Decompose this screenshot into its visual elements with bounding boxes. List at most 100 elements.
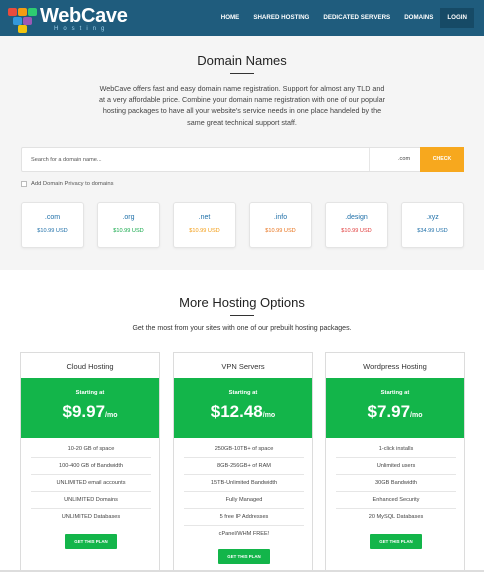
nav-home[interactable]: HOME xyxy=(214,8,247,28)
tld-card-design[interactable]: .design $10.99 USD xyxy=(325,202,388,248)
domain-privacy-checkbox[interactable] xyxy=(21,181,27,187)
plan-card-wordpress-hosting: Wordpress Hosting Starting at $7.97/mo 1… xyxy=(325,352,465,572)
feature-divider xyxy=(184,491,304,492)
tld-price: $10.99 USD xyxy=(37,228,68,234)
tld-name: .net xyxy=(198,214,211,221)
nav-dedicated-servers[interactable]: DEDICATED SERVERS xyxy=(316,8,397,28)
logo[interactable]: WebCave Hosting xyxy=(6,5,136,33)
tld-name: .com xyxy=(44,214,61,221)
plan-feature: 20 MySQL Databases xyxy=(368,514,424,520)
feature-divider xyxy=(31,508,151,509)
tld-price: $10.99 USD xyxy=(265,228,296,234)
plan-name: Wordpress Hosting xyxy=(363,362,427,371)
tld-name: .design xyxy=(345,214,368,221)
title-divider xyxy=(230,73,254,74)
plan-name: Cloud Hosting xyxy=(66,362,114,371)
domain-intro-text: WebCave offers fast and easy domain name… xyxy=(99,84,385,127)
tld-name: .org xyxy=(122,214,135,221)
nav-domains[interactable]: DOMAINS xyxy=(397,8,440,28)
plan-feature: 15TB-Unlimited Bandwidth xyxy=(210,480,278,486)
feature-divider xyxy=(336,491,456,492)
hosting-section-title: More Hosting Options xyxy=(179,295,305,310)
plan-price: $7.97/mo xyxy=(326,402,464,422)
domain-privacy-option: Add Domain Privacy to domains xyxy=(21,179,113,189)
plan-feature: 1-click installs xyxy=(378,446,414,452)
tld-select[interactable]: .com xyxy=(369,148,419,171)
plan-starting-label: Starting at xyxy=(228,390,258,396)
plan-feature: 5 free IP Addresses xyxy=(219,514,269,520)
plan-price-banner: Starting at $9.97/mo xyxy=(21,378,159,438)
feature-divider xyxy=(184,474,304,475)
check-domain-button[interactable]: CHECK xyxy=(420,147,464,172)
get-plan-button[interactable]: GET THIS PLAN xyxy=(218,549,270,564)
feature-divider xyxy=(31,474,151,475)
plan-price: $9.97/mo xyxy=(21,402,159,422)
feature-divider xyxy=(336,508,456,509)
tld-card-net[interactable]: .net $10.99 USD xyxy=(173,202,236,248)
plan-starting-label: Starting at xyxy=(380,390,410,396)
main-nav: HOME SHARED HOSTING DEDICATED SERVERS DO… xyxy=(214,8,474,28)
plan-price: $12.48/mo xyxy=(174,402,312,422)
plan-price-period: /mo xyxy=(105,412,118,419)
plan-feature: 250GB-10TB+ of space xyxy=(214,446,274,452)
plan-feature: Fully Managed xyxy=(225,497,263,503)
domain-search-bar: .com CHECK xyxy=(21,147,464,172)
plan-feature: Enhanced Security xyxy=(372,497,420,503)
site-header: WebCave Hosting HOME SHARED HOSTING DEDI… xyxy=(0,0,484,36)
tld-price-list: .com $10.99 USD .org $10.99 USD .net $10… xyxy=(21,202,465,248)
tld-price: $10.99 USD xyxy=(341,228,372,234)
plan-feature: cPanel/WHM FREE! xyxy=(218,531,270,537)
domain-section-title: Domain Names xyxy=(197,53,287,68)
plan-price-amount: $9.97 xyxy=(62,402,106,421)
get-plan-button[interactable]: GET THIS PLAN xyxy=(65,534,117,549)
logo-hex-icon xyxy=(18,25,27,33)
feature-divider xyxy=(336,474,456,475)
logo-hex-icon xyxy=(8,8,17,16)
feature-divider xyxy=(31,491,151,492)
title-divider xyxy=(230,315,254,316)
plan-feature: 100-400 GB of Bandwidth xyxy=(58,463,124,469)
tld-card-com[interactable]: .com $10.99 USD xyxy=(21,202,84,248)
tld-card-info[interactable]: .info $10.99 USD xyxy=(249,202,312,248)
tld-price: $10.99 USD xyxy=(113,228,144,234)
plan-price-period: /mo xyxy=(410,412,423,419)
feature-divider xyxy=(184,525,304,526)
plan-name: VPN Servers xyxy=(221,362,265,371)
plan-feature: 30GB Bandwidth xyxy=(375,480,417,486)
tld-price: $34.99 USD xyxy=(417,228,448,234)
tld-card-xyz[interactable]: .xyz $34.99 USD xyxy=(401,202,464,248)
tld-name: .xyz xyxy=(426,214,439,221)
plan-card-cloud-hosting: Cloud Hosting Starting at $9.97/mo 10-20… xyxy=(20,352,160,572)
logo-wordmark: WebCave xyxy=(40,5,128,27)
plan-feature: Unlimited users xyxy=(376,463,416,469)
feature-divider xyxy=(31,457,151,458)
tld-name: .info xyxy=(273,214,288,221)
feature-divider xyxy=(184,457,304,458)
plan-feature: UNLIMITED Databases xyxy=(61,514,121,520)
get-plan-button[interactable]: GET THIS PLAN xyxy=(370,534,422,549)
logo-hex-icon xyxy=(28,8,37,16)
domain-section: Domain Names WebCave offers fast and eas… xyxy=(0,36,484,270)
tld-card-org[interactable]: .org $10.99 USD xyxy=(97,202,160,248)
plan-feature: UNLIMITED email accounts xyxy=(56,480,126,486)
tld-price: $10.99 USD xyxy=(189,228,220,234)
logo-hex-icon xyxy=(13,17,22,25)
nav-login[interactable]: LOGIN xyxy=(440,8,474,28)
logo-tagline: Hosting xyxy=(54,26,110,32)
domain-search-input[interactable] xyxy=(22,148,367,171)
plan-starting-label: Starting at xyxy=(75,390,105,396)
plan-price-amount: $7.97 xyxy=(367,402,411,421)
plan-price-banner: Starting at $7.97/mo xyxy=(326,378,464,438)
plan-price-amount: $12.48 xyxy=(210,402,263,421)
nav-shared-hosting[interactable]: SHARED HOSTING xyxy=(246,8,316,28)
plan-price-period: /mo xyxy=(262,412,276,419)
feature-divider xyxy=(184,508,304,509)
plan-feature: 8GB-256GB+ of RAM xyxy=(217,463,271,469)
logo-hex-icon xyxy=(18,8,27,16)
plan-card-vpn-servers: VPN Servers Starting at $12.48/mo 250GB-… xyxy=(173,352,313,572)
hosting-subtitle: Get the most from your sites with one of… xyxy=(132,325,352,332)
plan-feature: 10-20 GB of space xyxy=(67,446,115,452)
plan-price-banner: Starting at $12.48/mo xyxy=(174,378,312,438)
domain-privacy-label: Add Domain Privacy to domains xyxy=(31,181,114,187)
feature-divider xyxy=(336,457,456,458)
